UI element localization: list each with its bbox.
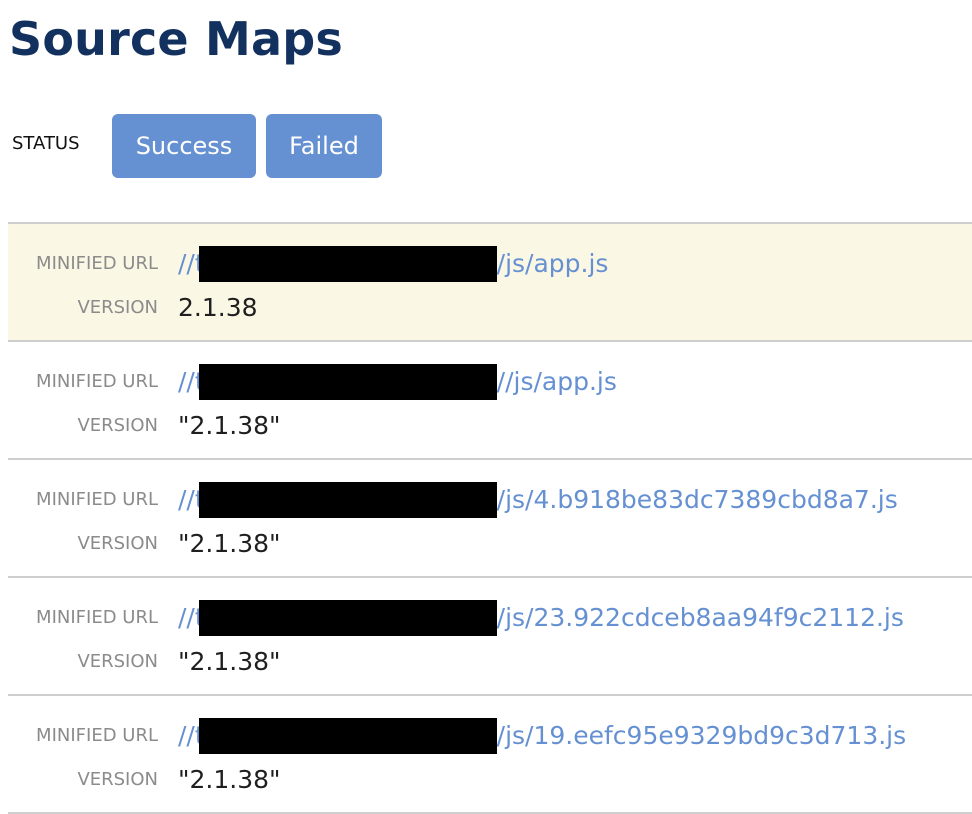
url-suffix[interactable]: /js/23.922cdceb8aa94f9c2112.js: [497, 600, 904, 636]
minified-url-label: MINIFIED URL: [36, 371, 158, 392]
redaction-box: [198, 600, 497, 636]
minified-url-label: MINIFIED URL: [36, 489, 158, 510]
source-map-row: MINIFIED URL VERSION //t/js/4.b918be83dc…: [8, 460, 972, 578]
version-label: VERSION: [77, 415, 158, 436]
version-label: VERSION: [77, 651, 158, 672]
source-map-row: MINIFIED URL VERSION //t/js/app.js 2.1.3…: [8, 224, 972, 342]
url-suffix[interactable]: /js/4.b918be83dc7389cbd8a7.js: [497, 482, 898, 518]
version-label: VERSION: [77, 769, 158, 790]
url-suffix[interactable]: /js/19.eefc95e9329bd9c3d713.js: [497, 718, 907, 754]
version-value: "2.1.38": [178, 647, 281, 676]
version-label: VERSION: [77, 297, 158, 318]
minified-url-link[interactable]: //t//js/app.js: [178, 364, 617, 400]
version-value: "2.1.38": [178, 411, 281, 440]
url-suffix[interactable]: //js/app.js: [497, 364, 617, 400]
redaction-box: [198, 482, 497, 518]
source-map-row: MINIFIED URL VERSION //t/js/19.eefc95e93…: [8, 696, 972, 814]
minified-url-label: MINIFIED URL: [36, 725, 158, 746]
success-filter-button[interactable]: Success: [112, 114, 256, 178]
version-value: "2.1.38": [178, 529, 281, 558]
url-suffix[interactable]: /js/app.js: [497, 246, 609, 282]
source-map-row: MINIFIED URL VERSION //t//js/app.js "2.1…: [8, 342, 972, 460]
minified-url-label: MINIFIED URL: [36, 253, 158, 274]
minified-url-link[interactable]: //t/js/19.eefc95e9329bd9c3d713.js: [178, 718, 906, 754]
version-value: "2.1.38": [178, 765, 281, 794]
minified-url-link[interactable]: //t/js/4.b918be83dc7389cbd8a7.js: [178, 482, 898, 518]
source-map-list: MINIFIED URL VERSION //t/js/app.js 2.1.3…: [8, 222, 972, 814]
redaction-box: [198, 246, 497, 282]
page-title: Source Maps: [9, 12, 343, 66]
version-value: 2.1.38: [178, 293, 258, 322]
status-filter-label: STATUS: [12, 133, 80, 154]
failed-filter-button[interactable]: Failed: [266, 114, 382, 178]
minified-url-link[interactable]: //t/js/app.js: [178, 246, 608, 282]
source-map-row: MINIFIED URL VERSION //t/js/23.922cdceb8…: [8, 578, 972, 696]
redaction-box: [198, 718, 497, 754]
version-label: VERSION: [77, 533, 158, 554]
minified-url-link[interactable]: //t/js/23.922cdceb8aa94f9c2112.js: [178, 600, 904, 636]
minified-url-label: MINIFIED URL: [36, 607, 158, 628]
redaction-box: [198, 364, 497, 400]
